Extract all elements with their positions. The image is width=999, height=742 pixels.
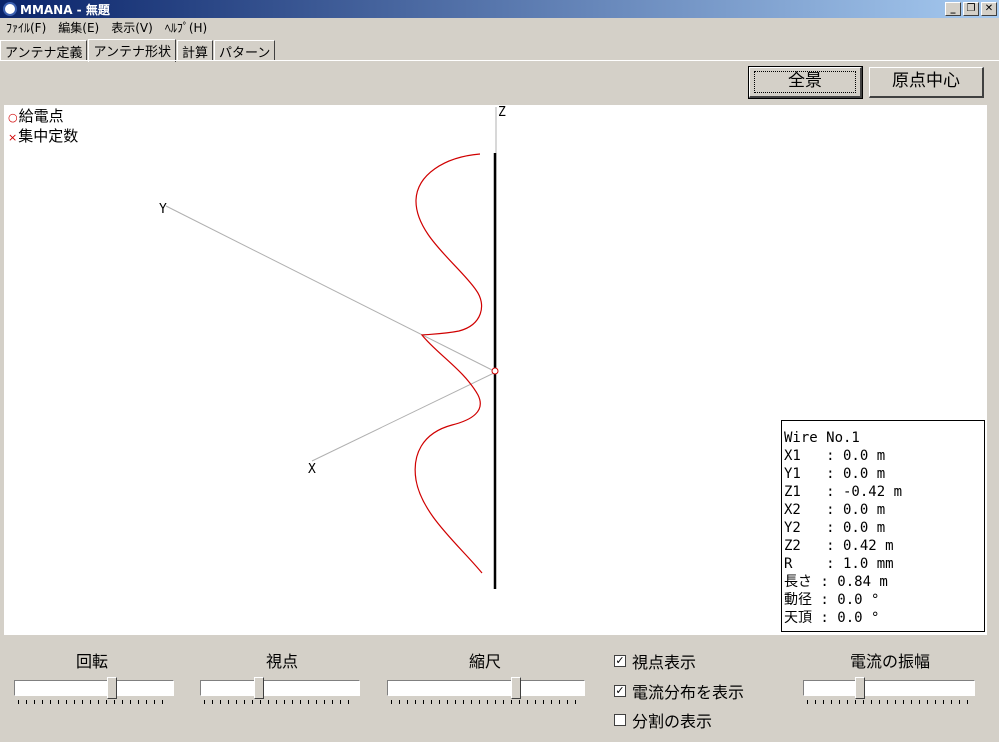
current-amplitude-slider[interactable] (803, 677, 975, 704)
full-view-button[interactable]: 全景 (748, 66, 863, 99)
menu-file[interactable]: ﾌｧｲﾙ(F) (0, 19, 52, 36)
y-axis-line (165, 205, 497, 373)
y-axis-label: Y (159, 202, 167, 217)
current-distribution-curve (414, 153, 483, 574)
x-axis-line (311, 371, 497, 462)
wire-info-line: Y1 : 0.0 m (784, 466, 886, 482)
rotation-label: 回転 (75, 652, 108, 671)
slider-thumb[interactable] (855, 677, 865, 699)
tab-calculation[interactable]: 計算 (176, 40, 213, 61)
tab-pattern[interactable]: パターン (213, 40, 276, 61)
feed-point-marker (491, 367, 499, 375)
tab-strip: アンテナ定義 アンテナ形状 計算 パターン (0, 39, 276, 62)
menu-bar: ﾌｧｲﾙ(F) 編集(E) 表示(V) ﾍﾙﾌﾟ(H) (0, 18, 999, 37)
origin-center-button[interactable]: 原点中心 (869, 67, 984, 98)
restore-icon[interactable]: ❐ (963, 2, 979, 16)
antenna-view-canvas[interactable]: ○給電点 ×集中定数 Z Y X Wire No.1 X1 : 0.0 m Y1… (4, 105, 987, 635)
app-icon (3, 2, 17, 16)
wire-info-line: 動径 : 0.0 ° (784, 592, 880, 608)
title-bar: MMANA - 無題 _ ❐ ✕ (0, 0, 999, 18)
menu-help[interactable]: ﾍﾙﾌﾟ(H) (159, 19, 213, 36)
rotation-slider[interactable] (14, 677, 174, 704)
checkbox-box[interactable] (614, 714, 626, 726)
menu-view[interactable]: 表示(V) (105, 19, 159, 36)
wire-info-line: R : 1.0 mm (784, 556, 894, 572)
slider-thumb[interactable] (511, 677, 521, 699)
x-axis-label: X (308, 462, 316, 477)
checkbox-box[interactable]: ✓ (614, 685, 626, 697)
tab-panel-border (0, 60, 999, 61)
wire-info-line: Wire No.1 (784, 430, 860, 446)
z-axis-label: Z (498, 105, 506, 120)
menu-edit[interactable]: 編集(E) (52, 19, 105, 36)
wire-info-line: X1 : 0.0 m (784, 448, 886, 464)
window-title: MMANA - 無題 (20, 2, 110, 17)
show-segments-checkbox[interactable]: 分割の表示 (614, 708, 712, 732)
viewpoint-label: 視点 (265, 652, 298, 671)
current-amplitude-label: 電流の振幅 (849, 652, 930, 671)
wire-info-line: 長さ : 0.84 m (784, 574, 888, 590)
minimize-icon[interactable]: _ (945, 2, 961, 16)
show-viewpoint-checkbox[interactable]: ✓ 視点表示 (614, 649, 696, 673)
wire-info-line: Z2 : 0.42 m (784, 538, 894, 554)
show-current-distribution-checkbox[interactable]: ✓ 電流分布を表示 (614, 679, 744, 703)
slider-thumb[interactable] (254, 677, 264, 699)
scale-label: 縮尺 (468, 652, 501, 671)
tab-antenna-definition[interactable]: アンテナ定義 (0, 40, 88, 61)
slider-thumb[interactable] (107, 677, 117, 699)
viewpoint-slider[interactable] (200, 677, 360, 704)
wire-info-line: X2 : 0.0 m (784, 502, 886, 518)
wire-info-box: Wire No.1 X1 : 0.0 m Y1 : 0.0 m Z1 : -0.… (781, 420, 985, 632)
scale-slider[interactable] (387, 677, 585, 704)
wire-info-line: Z1 : -0.42 m (784, 484, 903, 500)
checkbox-box[interactable]: ✓ (614, 655, 626, 667)
tab-antenna-shape[interactable]: アンテナ形状 (88, 39, 176, 62)
close-icon[interactable]: ✕ (981, 2, 997, 16)
wire-info-line: Y2 : 0.0 m (784, 520, 886, 536)
origin-center-label: 原点中心 (892, 71, 960, 91)
wire-info-line: 天頂 : 0.0 ° (784, 610, 880, 626)
